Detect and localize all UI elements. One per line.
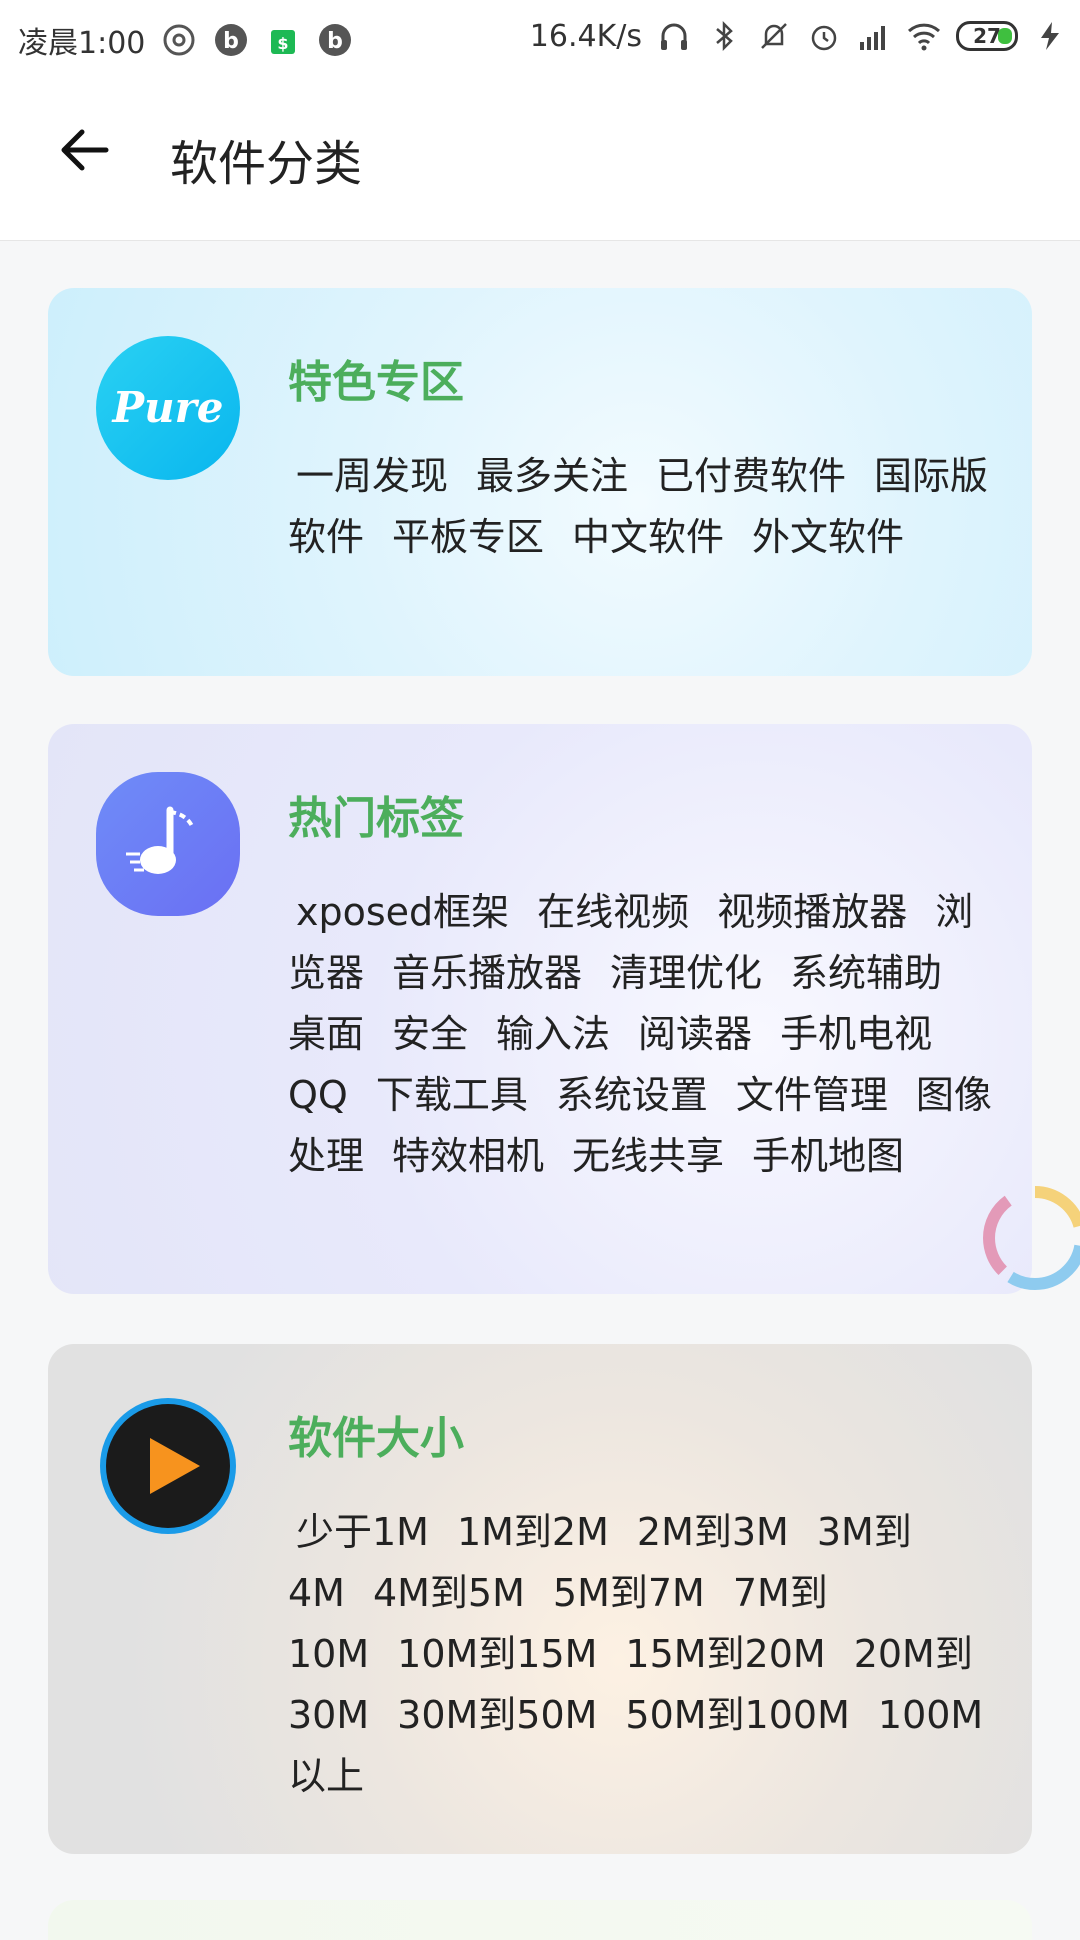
tag-item[interactable]: 少于1M (296, 1510, 429, 1554)
section-title: 热门标签 (288, 793, 464, 844)
status-bar: 凌晨1:00 b $ b 16.4K/s 27 (0, 0, 1080, 76)
battery-level: 27 (973, 24, 1001, 48)
tag-item[interactable]: 15M到20M (625, 1632, 825, 1676)
svg-text:$: $ (278, 34, 289, 53)
tag-list: 一周发现 最多关注 已付费软件 国际版软件 平板专区 中文软件 外文软件 (288, 446, 994, 568)
battery-indicator: 27 (956, 21, 1018, 51)
svg-text:b: b (224, 29, 240, 54)
pure-icon-label: Pure (112, 383, 224, 432)
section-title: 软件大小 (288, 1413, 464, 1464)
music-note-app-icon (96, 772, 240, 916)
arrow-left-icon (56, 122, 112, 182)
tag-item[interactable]: 安全 (392, 1012, 468, 1056)
tag-list: xposed框架 在线视频 视频播放器 浏览器 音乐播放器 清理优化 系统辅助桌面 安全 输入法… (288, 882, 994, 1187)
section-title: 特色专区 (288, 357, 464, 408)
tag-item[interactable]: 中文软件 (572, 515, 724, 559)
tag-item[interactable]: 输入法 (496, 1012, 610, 1056)
tag-item[interactable]: 10M到15M (397, 1632, 597, 1676)
svg-text:b: b (328, 29, 344, 54)
network-speed: 16.4K/s (529, 18, 642, 54)
tag-item[interactable]: QQ (288, 1073, 348, 1117)
netease-music-notification-icon (161, 22, 197, 58)
charging-icon (1032, 18, 1068, 54)
tag-item[interactable]: 手机地图 (752, 1134, 904, 1178)
tag-item[interactable]: 系统辅助 (790, 951, 942, 995)
tag-item[interactable]: 4M到5M (373, 1571, 525, 1615)
pure-app-icon: Pure (96, 336, 240, 480)
tag-item[interactable]: 桌面 (288, 1012, 364, 1056)
tag-item[interactable]: 阅读器 (638, 1012, 752, 1056)
headphones-icon (656, 18, 692, 54)
featured-section-card: Pure 特色专区 一周发现 最多关注 已付费软件 国际版软件 平板专区 中文软件 外文软件 (48, 288, 1032, 676)
bilibili-notification-icon: b (317, 22, 353, 58)
tag-item[interactable]: 已付费软件 (656, 454, 846, 498)
hot-tags-section-card: 热门标签 xposed框架 在线视频 视频播放器 浏览器 音乐播放器 清理优化 系统辅助桌面… (48, 724, 1032, 1294)
floating-ball-icon[interactable] (975, 1178, 1080, 1298)
tag-item[interactable]: 平板专区 (392, 515, 544, 559)
bilibili-notification-icon: b (213, 22, 249, 58)
tag-item[interactable]: 特效相机 (392, 1134, 544, 1178)
wifi-icon (906, 18, 942, 54)
play-app-icon (96, 1394, 240, 1538)
tag-item[interactable]: 最多关注 (476, 454, 628, 498)
tag-item[interactable]: 在线视频 (537, 890, 689, 934)
signal-icon (856, 18, 892, 54)
tag-item[interactable]: 文件管理 (736, 1073, 888, 1117)
mute-bell-icon (756, 18, 792, 54)
tag-list: 少于1M 1M到2M 2M到3M 3M到4M 4M到5M 5M到7M 7M到10M 10M到1… (288, 1502, 994, 1807)
tag-item[interactable]: 2M到3M (637, 1510, 789, 1554)
status-time: 凌晨1:00 (18, 26, 146, 61)
app-bar: 软件分类 (0, 76, 1080, 241)
tag-item[interactable]: 下载工具 (376, 1073, 528, 1117)
tag-item[interactable]: 系统设置 (556, 1073, 708, 1117)
back-button[interactable] (48, 116, 120, 188)
tag-item[interactable]: 清理优化 (610, 951, 762, 995)
tag-item[interactable]: 无线共享 (572, 1134, 724, 1178)
tag-item[interactable]: xposed框架 (296, 890, 509, 934)
tag-item[interactable]: 5M到7M (553, 1571, 705, 1615)
tag-item[interactable]: 1M到2M (457, 1510, 609, 1554)
app-size-section-card: 软件大小 少于1M 1M到2M 2M到3M 3M到4M 4M到5M 5M到7M 7M到10M… (48, 1344, 1032, 1854)
next-section-card-peek (48, 1900, 1032, 1940)
tag-item[interactable]: 50M到100M (625, 1693, 849, 1737)
bluetooth-icon (706, 18, 742, 54)
tag-item[interactable]: 音乐播放器 (392, 951, 582, 995)
alarm-icon (806, 18, 842, 54)
shopping-bag-notification-icon: $ (265, 22, 301, 58)
tag-item[interactable]: 外文软件 (752, 515, 904, 559)
tag-item[interactable]: 视频播放器 (717, 890, 907, 934)
tag-item[interactable]: 30M到50M (397, 1693, 597, 1737)
tag-item[interactable]: 一周发现 (296, 454, 448, 498)
page-title: 软件分类 (170, 136, 363, 192)
tag-item[interactable]: 手机电视 (780, 1012, 932, 1056)
